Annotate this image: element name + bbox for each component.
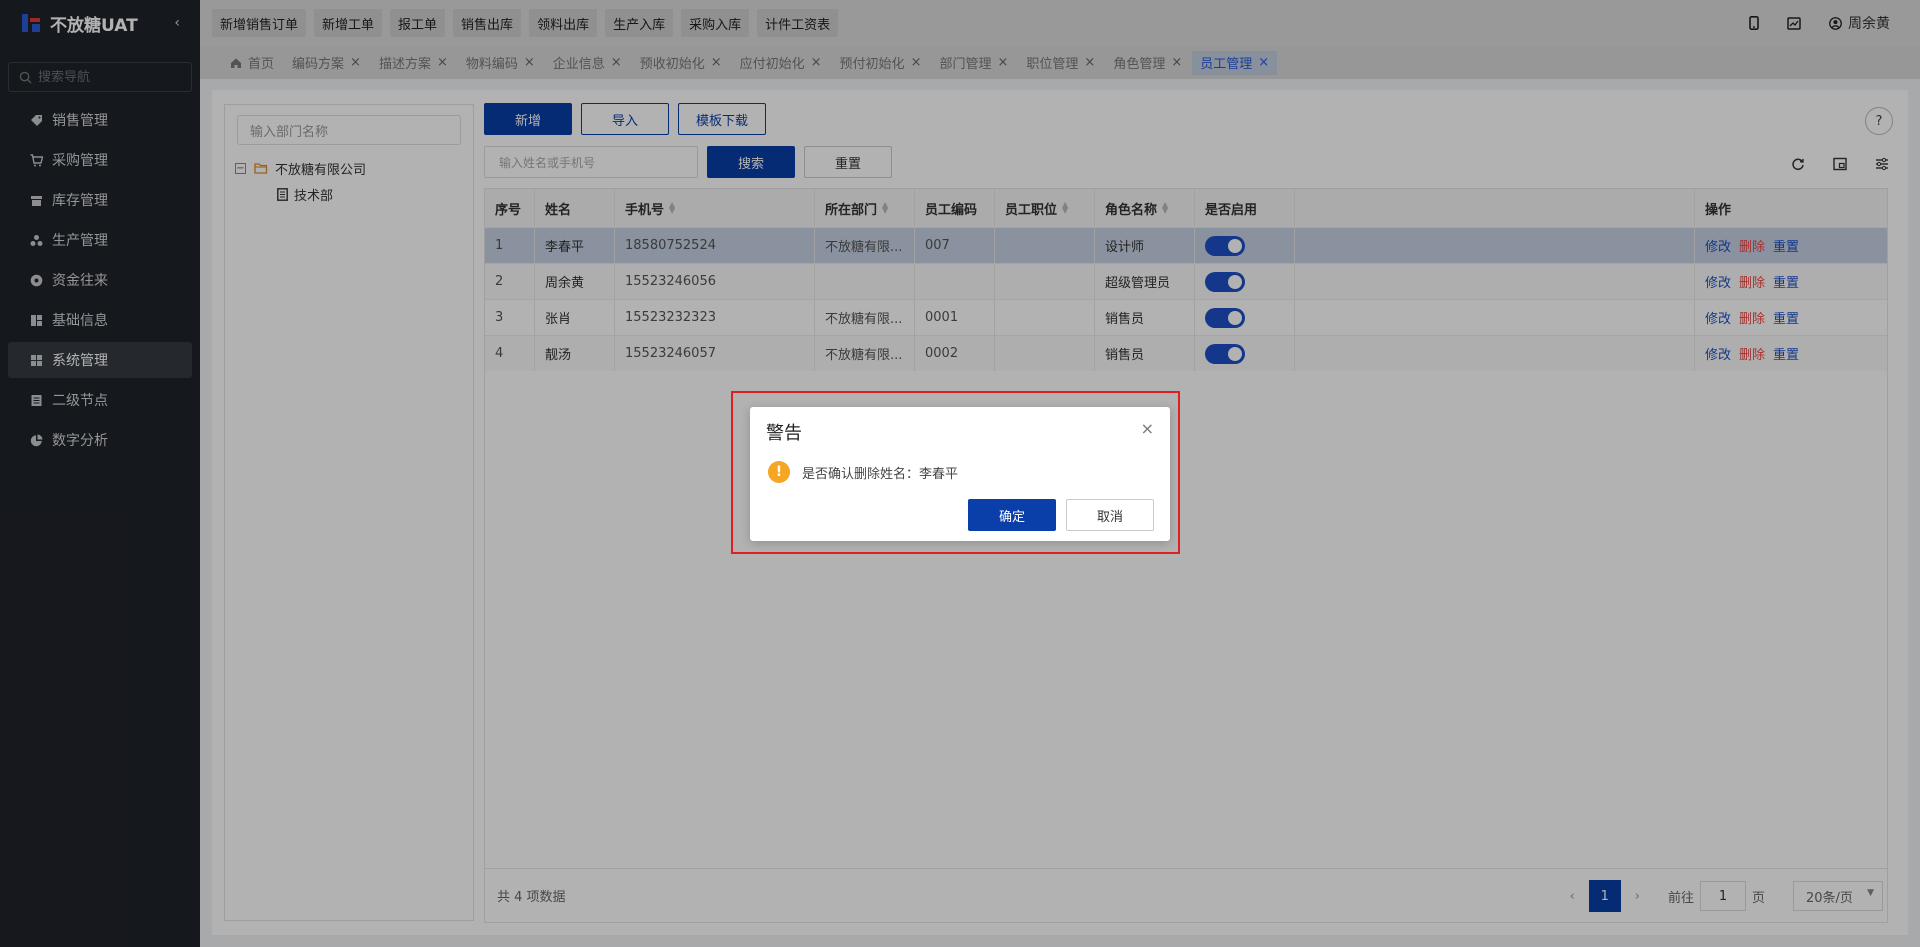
confirm-button[interactable]: 确定 xyxy=(968,499,1056,531)
close-icon[interactable]: × xyxy=(1141,419,1154,438)
dialog-title: 警告 xyxy=(766,423,802,444)
dialog-message: 是否确认删除姓名：李春平 xyxy=(802,467,959,482)
cancel-button[interactable]: 取消 xyxy=(1066,499,1154,531)
warning-icon: ! xyxy=(768,461,790,483)
delete-confirm-dialog: 警告 × ! 是否确认删除姓名：李春平 确定 取消 xyxy=(750,407,1170,541)
